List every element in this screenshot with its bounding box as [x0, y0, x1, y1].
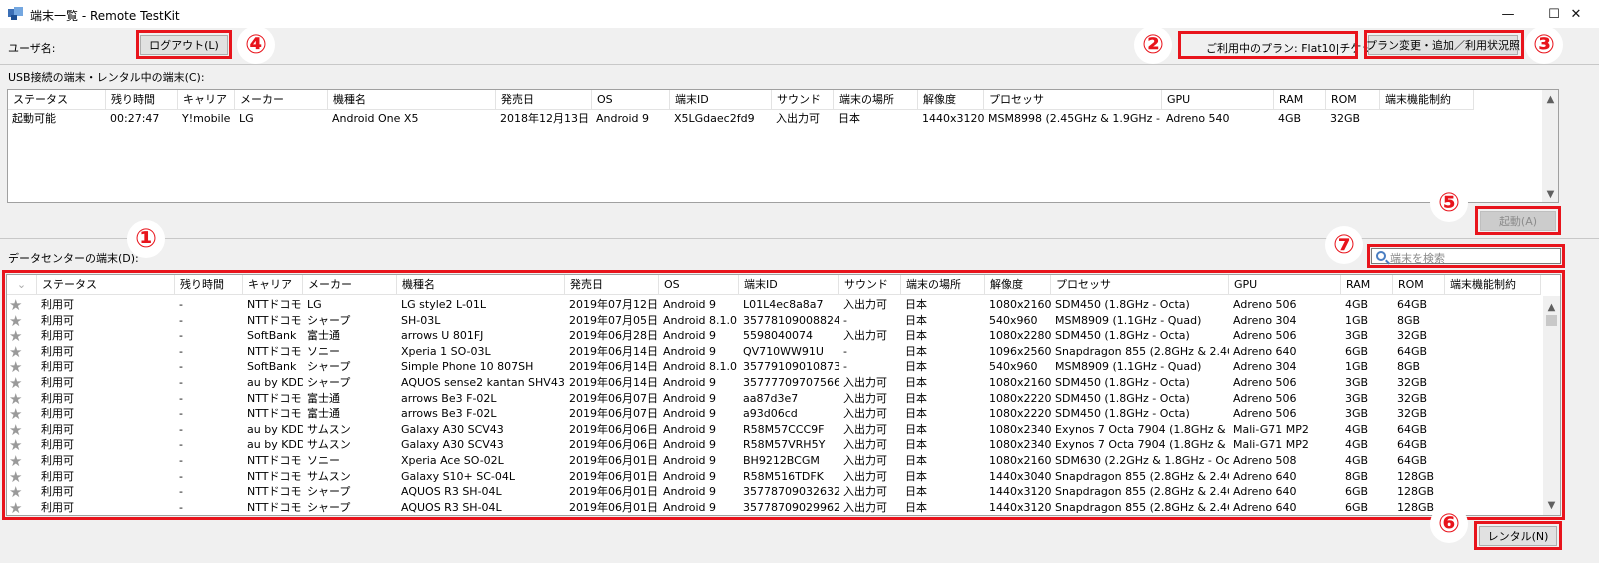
cell-model: Android One X5 [332, 112, 419, 125]
annotation-box-1 [2, 270, 1565, 520]
cell-rom: 32GB [1330, 112, 1361, 125]
usb-col-location[interactable]: 端末の場所 [834, 90, 918, 110]
annotation-badge-1: ① [127, 220, 165, 258]
title-bar: 端末一覧 - Remote TestKit — ☐ ✕ [0, 0, 1599, 28]
scroll-down-icon[interactable]: ▼ [1542, 189, 1558, 200]
minimize-button[interactable]: — [1485, 0, 1531, 28]
cell-resolution: 1440x3120 [922, 112, 984, 125]
datacenter-section-label: データセンターの端末(D): [8, 252, 139, 265]
cell-maker: LG [239, 112, 254, 125]
app-icon [8, 7, 23, 20]
annotation-box-7 [1367, 244, 1565, 268]
usb-col-ram[interactable]: RAM [1274, 90, 1326, 110]
cell-restriction [1380, 111, 1474, 127]
annotation-badge-5: ⑤ [1430, 184, 1468, 222]
cell-processor: MSM8998 (2.45GHz & 1.9GHz - Oc... [988, 112, 1162, 125]
annotation-box-4 [136, 30, 232, 59]
cell-location: 日本 [838, 112, 860, 125]
usb-section-label: USB接続の端末・レンタル中の端末(C): [8, 71, 205, 84]
annotation-badge-3: ③ [1525, 26, 1563, 64]
usb-device-table: ステータス 残り時間 キャリア メーカー 機種名 発売日 OS 端末ID サウン… [7, 89, 1559, 203]
scroll-up-icon[interactable]: ▲ [1542, 94, 1558, 105]
cell-sound: 入出力可 [776, 112, 820, 125]
cell-carrier: Y!mobile [182, 112, 231, 125]
window-title: 端末一覧 - Remote TestKit [30, 9, 180, 23]
cell-remaining: 00:27:47 [110, 112, 160, 125]
annotation-box-6 [1474, 521, 1562, 550]
cell-os: Android 9 [596, 112, 650, 125]
usb-col-model[interactable]: 機種名 [328, 90, 496, 110]
usb-col-status[interactable]: ステータス [8, 90, 106, 110]
usb-col-remaining[interactable]: 残り時間 [106, 90, 178, 110]
usb-col-processor[interactable]: プロセッサ [984, 90, 1162, 110]
usb-table-scrollbar[interactable]: ▲ ▼ [1542, 90, 1558, 202]
usb-col-carrier[interactable]: キャリア [178, 90, 235, 110]
annotation-box-3 [1364, 30, 1524, 59]
usb-col-sound[interactable]: サウンド [772, 90, 834, 110]
usb-col-resolution[interactable]: 解像度 [918, 90, 984, 110]
cell-status: 起動可能 [12, 112, 56, 125]
usb-col-device-id[interactable]: 端末ID [670, 90, 772, 110]
annotation-box-2 [1178, 31, 1358, 59]
usb-col-rom[interactable]: ROM [1326, 90, 1380, 110]
usb-col-release[interactable]: 発売日 [496, 90, 592, 110]
cell-gpu: Adreno 540 [1166, 112, 1230, 125]
annotation-badge-2: ② [1134, 26, 1172, 64]
cell-ram: 4GB [1278, 112, 1302, 125]
annotation-badge-7: ⑦ [1325, 226, 1363, 264]
close-button[interactable]: ✕ [1553, 0, 1599, 28]
divider [0, 64, 1599, 65]
usb-col-restriction[interactable]: 端末機能制約 [1380, 90, 1474, 110]
user-name-label: ユーザ名: [8, 42, 56, 55]
usb-col-maker[interactable]: メーカー [235, 90, 328, 110]
cell-device-id: X5LGdaec2fd9 [674, 112, 755, 125]
cell-release: 2018年12月13日 [500, 112, 589, 125]
annotation-box-5 [1475, 206, 1561, 235]
usb-col-os[interactable]: OS [592, 90, 670, 110]
annotation-badge-4: ④ [237, 26, 275, 64]
usb-col-gpu[interactable]: GPU [1162, 90, 1274, 110]
annotation-badge-6: ⑥ [1430, 505, 1468, 543]
